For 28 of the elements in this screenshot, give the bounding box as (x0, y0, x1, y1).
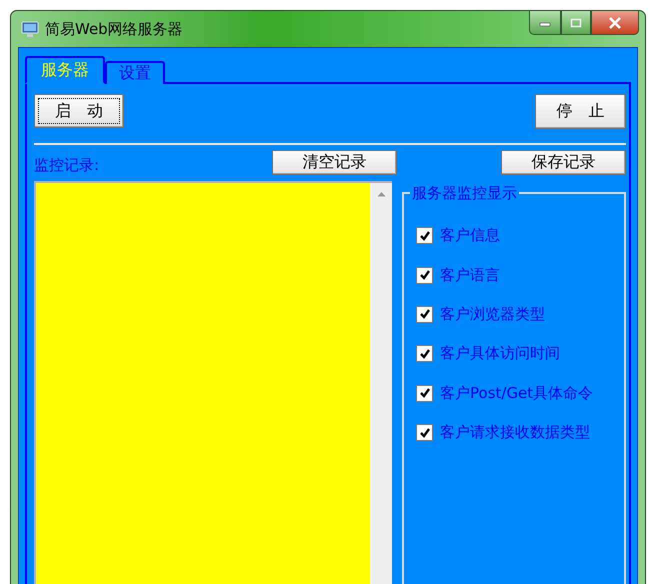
checkbox-label[interactable]: 客户信息 (440, 226, 500, 246)
monitor-icon (21, 20, 39, 38)
close-button[interactable] (591, 11, 639, 35)
scrollbar[interactable] (370, 183, 392, 584)
minimize-button[interactable] (529, 11, 561, 35)
stop-button[interactable]: 停 止 (535, 94, 626, 129)
checkbox[interactable] (416, 306, 433, 323)
window-title: 简易Web网络服务器 (45, 20, 183, 38)
checkbox[interactable] (416, 345, 433, 362)
checkbox-label[interactable]: 客户语言 (440, 266, 500, 285)
maximize-icon (570, 18, 582, 28)
log-label: 监控记录: (34, 156, 100, 175)
checkbox[interactable] (416, 266, 433, 284)
checkbox-label[interactable]: 客户请求接收数据类型 (440, 423, 590, 442)
checkbox-label[interactable]: 客户具体访问时间 (440, 344, 560, 364)
start-button[interactable]: 启 动 (34, 94, 124, 128)
save-log-button[interactable]: 保存记录 (501, 150, 626, 175)
tab[interactable]: 服务器 (25, 56, 105, 84)
group-title: 服务器监控显示 (410, 183, 519, 203)
checkbox-label[interactable]: 客户Post/Get具体命令 (440, 384, 594, 403)
checkbox[interactable] (416, 384, 433, 402)
maximize-button[interactable] (561, 11, 591, 35)
close-icon (608, 16, 622, 28)
tab[interactable]: 设置 (105, 61, 165, 84)
checkbox[interactable] (416, 424, 433, 442)
clear-log-button[interactable]: 清空记录 (272, 150, 397, 175)
checkbox[interactable] (416, 227, 433, 244)
checkbox-label[interactable]: 客户浏览器类型 (440, 304, 545, 324)
